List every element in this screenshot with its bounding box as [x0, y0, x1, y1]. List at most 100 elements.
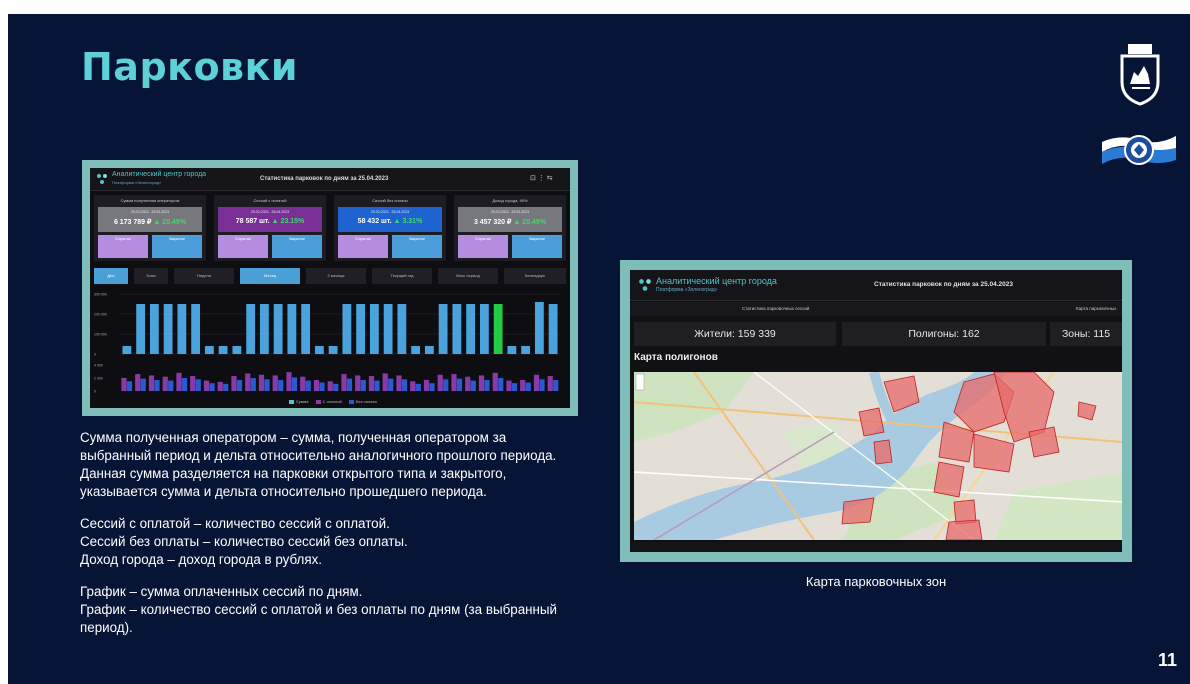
- sum-bar[interactable]: [466, 304, 476, 354]
- tab-period[interactable]: Текущий год: [372, 268, 432, 284]
- paid-bar[interactable]: [492, 372, 498, 391]
- sum-bar[interactable]: [548, 304, 558, 354]
- paid-bar[interactable]: [258, 374, 265, 391]
- paid-bar[interactable]: [533, 374, 540, 391]
- paid-bar[interactable]: [382, 373, 388, 391]
- paid-bar[interactable]: [217, 381, 223, 391]
- sum-bar[interactable]: [411, 346, 421, 354]
- sum-bar[interactable]: [521, 346, 531, 354]
- unpaid-bar[interactable]: [456, 378, 463, 391]
- unpaid-bar[interactable]: [181, 378, 188, 391]
- sum-bar[interactable]: [191, 304, 201, 354]
- paid-bar[interactable]: [465, 376, 471, 391]
- header-tools-icon[interactable]: ⊡ ⋮ ⇆: [530, 174, 553, 182]
- sum-bar[interactable]: [479, 304, 489, 354]
- unpaid-bar[interactable]: [374, 380, 380, 391]
- unpaid-bar[interactable]: [525, 382, 531, 391]
- paid-bar[interactable]: [231, 376, 237, 391]
- tab-period[interactable]: Зоны: [134, 268, 168, 284]
- unpaid-bar[interactable]: [388, 378, 394, 391]
- tab-period[interactable]: Недели: [174, 268, 234, 284]
- paid-bar[interactable]: [437, 374, 443, 391]
- paid-bar[interactable]: [327, 381, 333, 391]
- paid-bar[interactable]: [190, 376, 196, 391]
- sum-bar[interactable]: [273, 304, 283, 354]
- paid-bar[interactable]: [162, 376, 168, 391]
- unpaid-bar[interactable]: [401, 379, 408, 391]
- unpaid-bar[interactable]: [553, 379, 559, 391]
- sum-bar[interactable]: [369, 304, 379, 354]
- paid-bar[interactable]: [355, 375, 361, 391]
- sum-bar[interactable]: [177, 304, 187, 354]
- paid-bar[interactable]: [121, 378, 127, 391]
- paid-bar[interactable]: [148, 375, 155, 391]
- paid-bar[interactable]: [423, 379, 430, 391]
- paid-bar[interactable]: [272, 375, 278, 391]
- paid-bar[interactable]: [478, 375, 485, 391]
- unpaid-bar[interactable]: [236, 379, 243, 391]
- unpaid-bar[interactable]: [429, 383, 435, 391]
- paid-bar[interactable]: [313, 379, 320, 391]
- tab-period[interactable]: Дни: [94, 268, 128, 284]
- paid-bar[interactable]: [203, 380, 210, 391]
- unpaid-bar[interactable]: [195, 379, 201, 391]
- polygons-map[interactable]: [634, 372, 1122, 540]
- unpaid-bar[interactable]: [250, 378, 256, 391]
- tab-period[interactable]: Месяц: [240, 268, 300, 284]
- sum-bar[interactable]: [232, 346, 242, 354]
- sum-bar[interactable]: [218, 346, 228, 354]
- tab-parking-map[interactable]: Карта парковочных: [1076, 306, 1116, 311]
- sum-bar[interactable]: [452, 304, 462, 354]
- unpaid-bar[interactable]: [168, 380, 174, 391]
- tab-period[interactable]: Календарь: [504, 268, 566, 284]
- sum-bar[interactable]: [356, 304, 366, 354]
- paid-bar[interactable]: [396, 375, 402, 391]
- sum-bar[interactable]: [136, 304, 146, 354]
- unpaid-bar[interactable]: [415, 383, 421, 391]
- unpaid-bar[interactable]: [484, 379, 490, 391]
- sum-bar[interactable]: [259, 304, 269, 354]
- sum-bar[interactable]: [383, 304, 393, 354]
- paid-bar[interactable]: [451, 374, 457, 391]
- sum-bar[interactable]: [246, 304, 256, 354]
- unpaid-bar[interactable]: [209, 383, 215, 391]
- unpaid-bar[interactable]: [223, 383, 229, 391]
- sum-bar[interactable]: [438, 304, 448, 354]
- unpaid-bar[interactable]: [346, 378, 353, 391]
- unpaid-bar[interactable]: [305, 380, 311, 391]
- sum-bar[interactable]: [204, 346, 214, 354]
- paid-bar[interactable]: [300, 376, 306, 391]
- paid-bar[interactable]: [520, 379, 526, 391]
- unpaid-bar[interactable]: [264, 379, 270, 391]
- paid-bar[interactable]: [176, 372, 182, 391]
- unpaid-bar[interactable]: [319, 382, 325, 391]
- sum-bar[interactable]: [534, 302, 544, 354]
- paid-bar[interactable]: [506, 380, 512, 391]
- paid-bar[interactable]: [286, 372, 292, 391]
- sum-bar[interactable]: [314, 346, 324, 354]
- sum-bar[interactable]: [287, 304, 297, 354]
- unpaid-bar[interactable]: [278, 379, 284, 391]
- sum-bar[interactable]: [301, 304, 311, 354]
- paid-bar[interactable]: [245, 373, 251, 391]
- sum-bar[interactable]: [342, 304, 352, 354]
- paid-bar[interactable]: [410, 381, 416, 391]
- tab-period[interactable]: 2 месяца: [306, 268, 366, 284]
- paid-bar[interactable]: [368, 376, 375, 391]
- sum-bar[interactable]: [507, 346, 517, 354]
- unpaid-bar[interactable]: [498, 378, 504, 391]
- unpaid-bar[interactable]: [511, 383, 518, 391]
- paid-bar[interactable]: [341, 374, 347, 391]
- tab-session-stats[interactable]: Статистика парковочных сессий: [742, 306, 809, 311]
- unpaid-bar[interactable]: [539, 379, 545, 391]
- sum-bar[interactable]: [397, 304, 407, 354]
- tab-period[interactable]: Весь период: [438, 268, 498, 284]
- sum-bar[interactable]: [163, 304, 173, 354]
- unpaid-bar[interactable]: [140, 378, 146, 391]
- sum-bar[interactable]: [493, 304, 503, 354]
- unpaid-bar[interactable]: [470, 380, 476, 391]
- sum-bar[interactable]: [149, 304, 159, 354]
- sum-bar[interactable]: [424, 346, 434, 354]
- sum-bar[interactable]: [328, 346, 338, 354]
- unpaid-bar[interactable]: [333, 383, 339, 391]
